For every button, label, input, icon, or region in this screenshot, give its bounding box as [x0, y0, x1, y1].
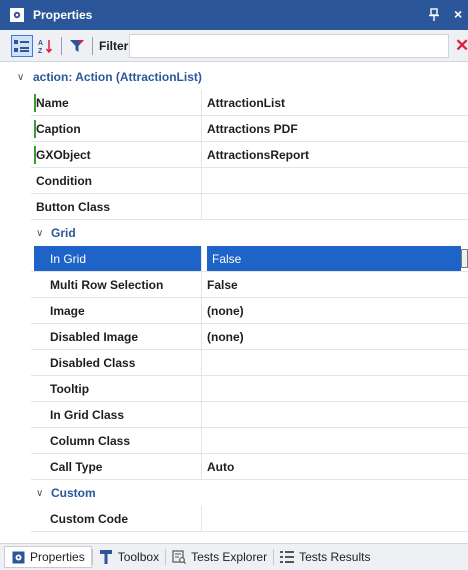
property-name: Call Type: [34, 454, 202, 479]
property-value[interactable]: False: [207, 246, 461, 271]
pin-icon[interactable]: [428, 8, 440, 22]
property-row-gxobject[interactable]: GXObject AttractionsReport: [31, 142, 468, 168]
properties-toolbar: AZ Filter ✕: [0, 30, 468, 62]
property-value[interactable]: False: [207, 272, 468, 297]
property-name: Caption: [34, 116, 202, 141]
filter-button[interactable]: [66, 35, 88, 57]
chevron-down-icon: ∨: [17, 71, 25, 83]
group-header-grid[interactable]: ∨ Grid: [31, 220, 468, 246]
property-row-name[interactable]: Name AttractionList: [31, 90, 468, 116]
property-name: GXObject: [34, 142, 202, 167]
property-value[interactable]: [207, 402, 468, 427]
gear-icon: [9, 7, 25, 23]
property-name: Name: [34, 90, 202, 115]
property-value[interactable]: (none): [207, 298, 468, 323]
property-name: Disabled Image: [34, 324, 202, 349]
property-name: Multi Row Selection: [34, 272, 202, 297]
tab-label: Tests Results: [299, 550, 371, 564]
filter-input[interactable]: [129, 34, 449, 58]
property-value[interactable]: Attractions PDF: [207, 116, 468, 141]
filter-icon: [70, 39, 84, 52]
property-value[interactable]: AttractionsReport: [207, 142, 468, 167]
property-name: Image: [34, 298, 202, 323]
tab-label: Toolbox: [117, 550, 160, 564]
bottom-tab-strip: Properties Toolbox Tests Explorer Tests …: [0, 543, 468, 570]
tab-properties[interactable]: Properties: [4, 546, 92, 568]
clear-filter-button[interactable]: ✕: [455, 36, 468, 56]
property-name: Tooltip: [34, 376, 202, 401]
toolbar-separator: [61, 36, 62, 55]
properties-titlebar: Properties ×: [0, 0, 468, 30]
categorized-button[interactable]: [11, 34, 33, 57]
property-name: Custom Code: [34, 506, 202, 531]
property-row-column-class[interactable]: Column Class: [31, 428, 468, 454]
modified-marker: [34, 94, 36, 112]
property-name: Condition: [34, 168, 202, 193]
property-value[interactable]: Auto: [207, 454, 468, 479]
property-name: In Grid: [34, 246, 202, 271]
tab-toolbox[interactable]: Toolbox: [93, 546, 165, 568]
property-value[interactable]: [207, 194, 468, 219]
property-row-custom-code[interactable]: Custom Code: [31, 506, 468, 532]
property-grid: Name AttractionList Caption Attractions …: [31, 90, 468, 532]
group-label: Custom: [51, 486, 96, 500]
toolbar-separator: [92, 36, 93, 55]
property-row-tooltip[interactable]: Tooltip: [31, 376, 468, 402]
property-row-disabled-image[interactable]: Disabled Image (none): [31, 324, 468, 350]
property-row-condition[interactable]: Condition: [31, 168, 468, 194]
category-header[interactable]: ∨ action: Action (AttractionList): [0, 66, 468, 88]
tab-label: Properties: [30, 550, 85, 564]
property-row-in-grid[interactable]: In Grid False: [31, 246, 468, 272]
svg-text:Z: Z: [38, 48, 43, 54]
tests-explorer-icon: [172, 550, 187, 564]
filter-label: Filter: [99, 38, 129, 53]
property-value[interactable]: [207, 168, 468, 193]
property-name: In Grid Class: [34, 402, 202, 427]
svg-text:A: A: [38, 40, 43, 47]
property-row-call-type[interactable]: Call Type Auto: [31, 454, 468, 480]
modified-marker: [34, 120, 36, 138]
property-row-disabled-class[interactable]: Disabled Class: [31, 350, 468, 376]
gear-icon: [11, 550, 25, 564]
sort-alpha-button[interactable]: AZ: [35, 35, 57, 57]
tab-tests-results[interactable]: Tests Results: [274, 546, 376, 568]
close-button[interactable]: ×: [454, 6, 462, 22]
panel-title: Properties: [33, 8, 93, 22]
modified-marker: [34, 146, 36, 164]
property-name: Column Class: [34, 428, 202, 453]
property-name: Disabled Class: [34, 350, 202, 375]
sort-alpha-icon: AZ: [38, 39, 53, 54]
property-row-in-grid-class[interactable]: In Grid Class: [31, 402, 468, 428]
categorized-icon: [14, 39, 29, 52]
property-value[interactable]: [207, 376, 468, 401]
property-row-multi-row-selection[interactable]: Multi Row Selection False: [31, 272, 468, 298]
property-value[interactable]: (none): [207, 324, 468, 349]
property-value[interactable]: AttractionList: [207, 90, 468, 115]
toolbox-icon: [99, 550, 113, 564]
tests-results-icon: [280, 550, 295, 564]
category-label: action: Action (AttractionList): [33, 70, 202, 84]
group-header-custom[interactable]: ∨ Custom: [31, 480, 468, 506]
property-value[interactable]: [207, 350, 468, 375]
chevron-down-icon: ∨: [36, 227, 44, 239]
tab-label: Tests Explorer: [191, 550, 268, 564]
chevron-down-icon: ∨: [36, 487, 44, 499]
property-value[interactable]: [207, 506, 468, 531]
group-label: Grid: [51, 226, 76, 240]
property-row-image[interactable]: Image (none): [31, 298, 468, 324]
property-value[interactable]: [207, 428, 468, 453]
tab-tests-explorer[interactable]: Tests Explorer: [166, 546, 273, 568]
property-name: Button Class: [34, 194, 202, 219]
property-row-button-class[interactable]: Button Class: [31, 194, 468, 220]
dropdown-button[interactable]: [461, 249, 468, 268]
property-row-caption[interactable]: Caption Attractions PDF: [31, 116, 468, 142]
